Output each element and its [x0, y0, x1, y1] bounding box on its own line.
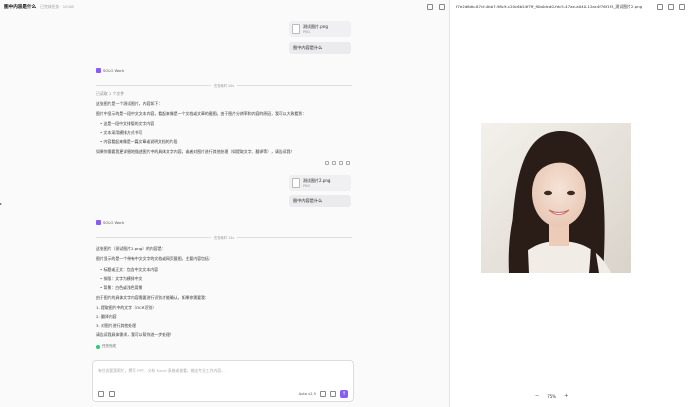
user-message: 图中内容是什么 — [289, 42, 351, 54]
zoom-level: 75% — [547, 393, 557, 399]
reply-line: 1. 提取图片中的文字（OCR识别） — [96, 305, 157, 310]
task-duration: 任务耗时 20s — [213, 83, 235, 88]
file-type: PNG — [303, 30, 311, 34]
reply-line: 这张图片（测试图片2.png）的内容是： — [96, 246, 166, 251]
message-composer[interactable]: 有任务要我帮忙，撰写 PPT、分析 Excel 表格或查看，输出专业工作内容..… — [92, 360, 354, 402]
send-button[interactable]: ↑ — [340, 390, 348, 398]
zoom-out-button[interactable]: − — [535, 393, 539, 399]
task-duration: 任务耗时 14s — [213, 235, 235, 240]
reply-line: • 这是一段中文排版的文字内容 — [100, 121, 155, 126]
page-title: 图中内容是什么 — [4, 5, 37, 10]
agent-label: SOLO Work — [96, 68, 124, 73]
preview-pane: f7e2d8db-87cf-4bb7-98c9-c20c6b54f7ff_f0b… — [449, 0, 690, 407]
composer-input[interactable]: 有任务要我帮忙，撰写 PPT、分析 Excel 表格或查看，输出专业工作内容..… — [98, 368, 225, 374]
reply-line: • 排版：文字为横排中文 — [100, 276, 143, 281]
task-complete-badge: 任务完成 — [96, 344, 116, 349]
task-divider: 任务耗时 20s — [96, 82, 352, 88]
close-icon[interactable] — [439, 4, 445, 10]
reply-line: • 标题或正文：包含中文文本内容 — [100, 267, 158, 272]
read-files-label[interactable]: 已读取 1 个文件 — [96, 91, 124, 97]
model-select[interactable]: Auto v2.5 — [299, 392, 316, 396]
mic-icon[interactable] — [330, 391, 336, 397]
reply-line: • 背景：白色或浅色背景 — [100, 285, 143, 290]
thumb-up-icon[interactable] — [325, 161, 329, 165]
thumb-down-icon[interactable] — [332, 161, 336, 165]
preview-image — [481, 123, 631, 273]
reply-line: 由于图片的具体文字内容需要进行识别才能确认，如果你需要我： — [96, 295, 209, 300]
agent-name: SOLO Work — [103, 68, 125, 73]
reply-line: 图片显示的是一个带有中文文字的文档或网页截图，主要内容包括： — [96, 256, 213, 261]
zoom-in-button[interactable]: + — [564, 393, 568, 399]
solo-logo-icon — [96, 68, 101, 73]
task-divider: 任务耗时 14s — [96, 234, 352, 240]
preview-header: f7e2d8db-87cf-4bb7-98c9-c20c6b54f7ff_f0b… — [450, 0, 690, 14]
reply-line: 图片中显示的是一段中文文本内容，看起来像是一个文档或文章的截图。由于图片分辨率和… — [96, 111, 307, 116]
file-attachment[interactable]: 测试图片2.png PNG — [289, 175, 351, 191]
reply-line: 请告诉我具体需求，我可以帮你进一步处理！ — [96, 332, 174, 337]
settings-icon[interactable] — [320, 391, 326, 397]
file-icon — [292, 24, 300, 34]
close-icon[interactable] — [679, 4, 685, 10]
agent-name: SOLO Work — [103, 220, 125, 225]
task-complete-label: 任务完成 — [102, 344, 116, 348]
preview-file-name: f7e2d8db-87cf-4bb7-98c9-c20c6b54f7ff_f0b… — [456, 4, 643, 9]
reply-line: 3. 对图片进行其他处理 — [96, 323, 136, 328]
zoom-controls: − 75% + — [535, 393, 568, 399]
agent-label: SOLO Work — [96, 220, 124, 225]
pin-icon[interactable] — [657, 4, 663, 10]
mention-icon[interactable] — [109, 391, 115, 397]
file-icon — [292, 178, 300, 188]
reply-line: 这张图片是一个测试图片，内容如下： — [96, 101, 163, 106]
reply-line: • 内容看起来像是一篇文章或说明文档的片段 — [100, 139, 178, 144]
reply-actions — [325, 161, 350, 165]
file-type: PNG — [303, 184, 311, 188]
task-status: 已完成任务 · 10:28 — [40, 4, 74, 9]
chat-pane: 图中内容是什么 已完成任务 · 10:28 ▸ 测试图片.png PNG 图中内… — [0, 0, 449, 407]
refresh-icon[interactable] — [346, 161, 350, 165]
reply-line: 2. 翻译内容 — [96, 314, 117, 319]
copy-icon[interactable] — [339, 161, 343, 165]
collapse-arrow-icon[interactable]: ▸ — [0, 201, 2, 206]
solo-logo-icon — [96, 220, 101, 225]
reply-line: 如果你需要我更详细地描述图片中的具体文字内容，或者对图片进行其他处理（如提取文字… — [96, 149, 295, 154]
attach-icon[interactable] — [98, 391, 104, 397]
panel-icon[interactable] — [427, 4, 433, 10]
file-attachment[interactable]: 测试图片.png PNG — [289, 21, 351, 37]
expand-icon[interactable] — [668, 4, 674, 10]
chat-header: 图中内容是什么 已完成任务 · 10:28 — [0, 0, 449, 14]
user-message: 图中内容是什么 — [289, 195, 351, 207]
reply-line: • 文本采用横排方式书写 — [100, 130, 143, 135]
check-icon — [96, 344, 100, 349]
